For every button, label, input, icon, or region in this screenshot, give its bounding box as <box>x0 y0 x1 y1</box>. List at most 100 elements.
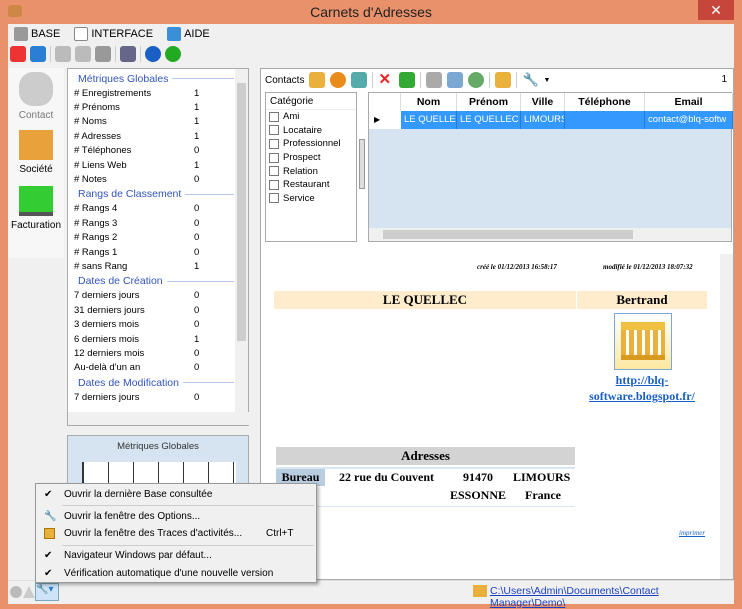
columns-icon[interactable] <box>351 72 368 88</box>
checkbox[interactable] <box>269 138 279 149</box>
statistics-panel: Métriques Globales # Enregistrements 1 # Pr… <box>67 68 249 426</box>
close-button[interactable]: ✕ <box>698 0 734 20</box>
stat-row: 3 derniers mois 0 <box>68 317 248 331</box>
search-icon[interactable] <box>426 72 443 88</box>
stats-horizontal-scrollbar[interactable] <box>68 412 249 425</box>
detail-vertical-scrollbar[interactable] <box>720 254 733 579</box>
checkbox[interactable] <box>269 193 279 204</box>
trash-icon[interactable] <box>399 72 416 88</box>
add-contact-icon[interactable] <box>309 72 326 88</box>
stat-value: 0 <box>194 174 200 186</box>
website-link[interactable]: http://blq-software.blogspot.fr/ <box>577 372 707 404</box>
category-item[interactable]: Locataire <box>266 124 356 138</box>
contact-icon <box>19 72 53 106</box>
category-label: Prospect <box>283 152 321 164</box>
checkbox[interactable] <box>269 125 279 136</box>
stat-label: Au-delà d'un an <box>74 362 141 374</box>
category-item[interactable]: Prospect <box>266 151 356 165</box>
checkbox[interactable] <box>269 152 279 163</box>
address-department: ESSONNE <box>450 488 507 502</box>
stat-label: # sans Rang <box>74 260 128 272</box>
stat-row: 6 derniers mois 1 <box>68 332 248 346</box>
stat-value: 0 <box>194 232 200 244</box>
db-add-icon[interactable] <box>55 46 71 62</box>
address-street: 22 rue du Couvent <box>339 470 435 484</box>
menu-item-label: Ouvrir la fenêtre des Options... <box>64 511 201 522</box>
separator <box>50 46 51 62</box>
nav-societe[interactable]: Société <box>8 130 64 175</box>
database-path-link[interactable]: C:\Users\Admin\Documents\Contact Manager… <box>490 585 734 609</box>
menu-base[interactable]: BASE <box>14 26 60 41</box>
stat-row: # Adresses 1 <box>68 129 248 143</box>
print-icon[interactable] <box>447 72 464 88</box>
address-country: France <box>525 488 561 502</box>
stats-vertical-scrollbar[interactable] <box>235 69 248 413</box>
shortcut-label: Ctrl+T <box>266 528 294 539</box>
checkbox[interactable] <box>269 111 279 122</box>
error-icon[interactable] <box>10 586 22 598</box>
db-delete-icon[interactable] <box>95 46 111 62</box>
stat-label: 31 derniers jours <box>74 304 145 316</box>
address-zip: 91470 <box>463 470 493 484</box>
menu-interface[interactable]: INTERFACE <box>74 26 154 41</box>
stat-row: 31 derniers jours 0 <box>68 303 248 317</box>
stat-row: # sans Rang 1 <box>68 259 248 273</box>
print-link[interactable]: imprimer <box>679 529 705 537</box>
address-city: LIMOURS <box>513 470 571 484</box>
power-icon[interactable] <box>10 46 26 62</box>
chevron-down-icon[interactable]: ▼ <box>543 77 550 84</box>
stats-section-title: Métriques Globales <box>68 71 248 86</box>
category-filter: Catégorie Ami Locataire Professionnel Prosp… <box>265 92 357 242</box>
help-icon[interactable] <box>145 46 161 62</box>
grid-cell[interactable]: LIMOURS <box>521 111 565 129</box>
nav-facturation[interactable]: Facturation <box>8 186 64 231</box>
category-item[interactable]: Relation <box>266 164 356 178</box>
column-header[interactable]: Téléphone <box>565 93 645 111</box>
row-selector-icon[interactable]: ▶ <box>369 111 401 129</box>
nav-contact[interactable]: Contact <box>8 72 64 121</box>
cart-icon <box>19 186 53 216</box>
wrench-icon[interactable]: 🔧 <box>522 72 538 88</box>
checkbox[interactable] <box>269 166 279 177</box>
checkbox[interactable] <box>269 179 279 190</box>
menu-default-browser[interactable]: ✔ Navigateur Windows par défaut... <box>36 547 316 564</box>
export-icon[interactable] <box>468 72 485 88</box>
category-item[interactable]: Restaurant <box>266 178 356 192</box>
db-info-icon[interactable] <box>120 46 136 62</box>
menu-label: INTERFACE <box>91 27 154 40</box>
contacts-panel: Contacts ✕ 🔧 ▼ 1 Catégorie Ami Locataire Pr… <box>260 68 734 580</box>
grid-cell[interactable]: contact@blq-softw <box>645 111 733 129</box>
menu-open-traces[interactable]: Ouvrir la fenêtre des Traces d'activités… <box>36 525 316 542</box>
stat-label: # Notes <box>74 174 107 186</box>
contact-name: LE QUELLEC <box>274 291 576 309</box>
import-icon[interactable] <box>495 72 512 88</box>
grid-cell[interactable]: LE QUELLEC <box>457 111 521 129</box>
grid-horizontal-scrollbar[interactable] <box>369 228 731 241</box>
db-edit-icon[interactable] <box>75 46 91 62</box>
stat-value: 0 <box>194 347 200 359</box>
column-header[interactable]: Ville <box>521 93 565 111</box>
menu-open-last-base[interactable]: ✔ Ouvrir la dernière Base consultée <box>36 486 316 503</box>
grid-cell[interactable]: LE QUELLEC <box>401 111 457 129</box>
menu-aide[interactable]: AIDE <box>167 26 210 41</box>
splitter-handle[interactable] <box>359 139 365 189</box>
warning-icon[interactable] <box>23 586 35 598</box>
stat-label: # Prénoms <box>74 102 120 114</box>
category-item[interactable]: Service <box>266 192 356 206</box>
settings-dropdown-button[interactable]: 🔧▾ <box>35 583 59 601</box>
menu-auto-update-check[interactable]: ✔ Vérification automatique d'une nouvelle… <box>36 565 316 582</box>
menu-open-options[interactable]: 🔧 Ouvrir la fenêtre des Options... <box>36 508 316 525</box>
info-icon[interactable] <box>165 46 181 62</box>
nav-label: Contact <box>18 110 54 121</box>
category-item[interactable]: Professionnel <box>266 137 356 151</box>
delete-icon[interactable]: ✕ <box>378 72 394 88</box>
column-header[interactable]: Prénom <box>457 93 521 111</box>
menu-item-label: Ouvrir la dernière Base consultée <box>64 489 213 500</box>
refresh-icon[interactable] <box>330 72 347 88</box>
column-header[interactable]: Nom <box>401 93 457 111</box>
grid-cell[interactable] <box>565 111 645 129</box>
category-item[interactable]: Ami <box>266 110 356 124</box>
column-header[interactable]: Email <box>645 93 733 111</box>
exit-icon[interactable] <box>30 46 46 62</box>
stat-row: # Rangs 4 0 <box>68 202 248 216</box>
